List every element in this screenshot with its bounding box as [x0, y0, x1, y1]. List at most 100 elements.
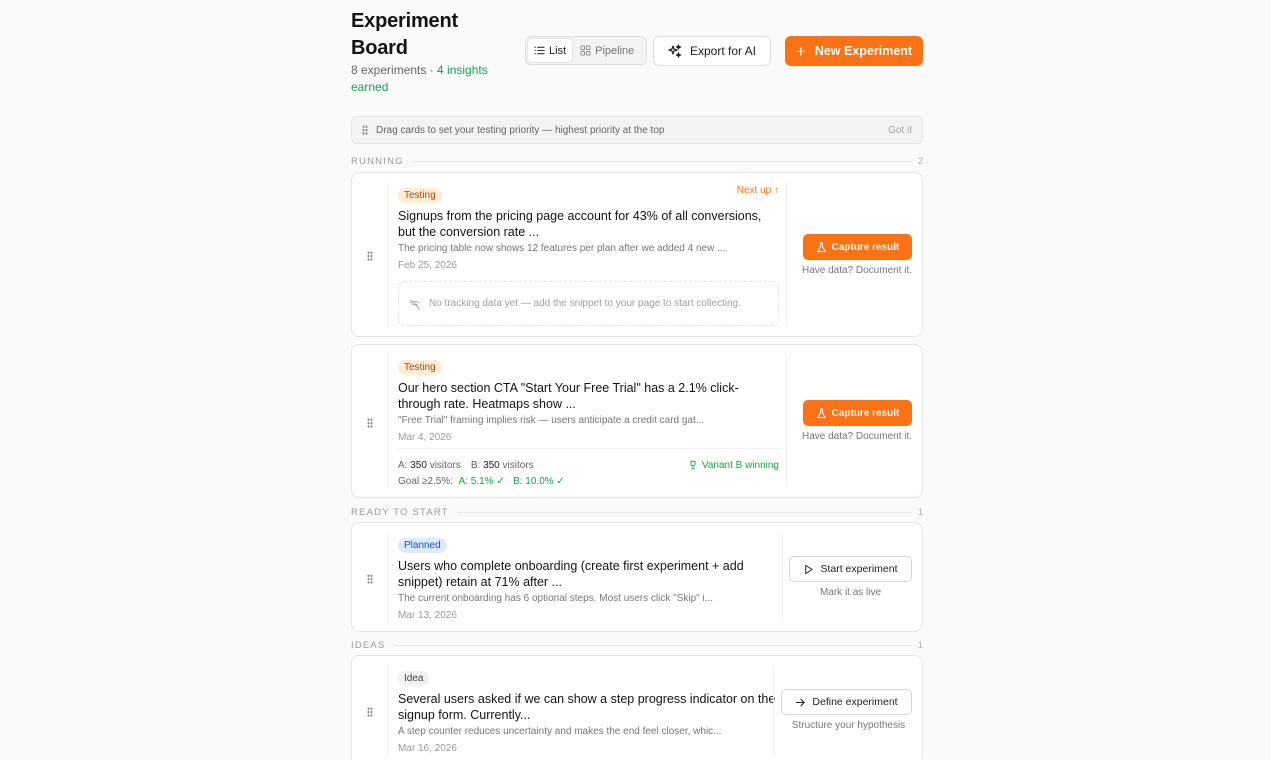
- board-summary: 8 experiments · 4 insights earned: [351, 62, 521, 96]
- card-body: Idea Several users asked if we can show …: [398, 668, 779, 754]
- experiment-card[interactable]: Testing Next up ↑ Signups from the prici…: [351, 172, 923, 337]
- action-note: Structure your hypothesis: [791, 720, 906, 731]
- experiment-description: A step counter reduces uncertainty and m…: [398, 726, 722, 737]
- section-divider: [411, 160, 912, 162]
- variant-a-unit: visitors: [429, 459, 461, 471]
- trophy-icon: [690, 460, 696, 470]
- capture-result-button[interactable]: Capture result: [803, 400, 912, 426]
- variant-visitors-row: A: 350 visitors B: 350 visitors Variant …: [398, 457, 779, 473]
- experiment-card[interactable]: Testing Our hero section CTA "Start Your…: [351, 344, 923, 498]
- plus-icon: +: [795, 41, 806, 61]
- experiment-title: Several users asked if we can show a ste…: [398, 692, 776, 722]
- no-signal-icon: [410, 299, 420, 309]
- action-note: Mark it as live: [819, 587, 882, 598]
- experiment-date: Mar 4, 2026: [398, 432, 452, 443]
- variant-stats: A: 350 visitors B: 350 visitors Variant …: [398, 448, 779, 489]
- section-label: RUNNING: [351, 155, 404, 167]
- dismiss-hint-button[interactable]: Got it: [888, 125, 912, 136]
- status-badge: Testing: [398, 360, 442, 375]
- new-experiment-button[interactable]: + New Experiment: [785, 36, 923, 66]
- variant-a-label: A:: [398, 459, 408, 471]
- view-list-button[interactable]: List: [528, 39, 573, 62]
- winner-text: Variant B winning: [701, 459, 779, 471]
- drag-hint-text: Drag cards to set your testing priority …: [376, 124, 665, 136]
- capture-result-label: Capture result: [831, 241, 900, 253]
- drag-handle-icon[interactable]: [367, 707, 373, 717]
- section-count: 1: [917, 639, 923, 651]
- view-pipeline-label: Pipeline: [595, 44, 635, 57]
- section-count: 1: [917, 506, 923, 518]
- drag-handle-icon[interactable]: [367, 251, 373, 261]
- list-icon: [534, 46, 545, 55]
- card-divider: [773, 666, 774, 756]
- variant-b-result: B: 10.0% ✓: [513, 475, 565, 487]
- variant-a-visitors: 350: [410, 459, 427, 471]
- card-divider: [387, 666, 388, 756]
- action-note: Have data? Document it.: [801, 431, 913, 442]
- card-divider: [786, 355, 787, 487]
- view-pipeline-button[interactable]: Pipeline: [574, 39, 640, 62]
- define-experiment-label: Define experiment: [812, 696, 898, 708]
- new-experiment-label: New Experiment: [814, 44, 913, 58]
- grid-icon: [580, 45, 591, 56]
- section-ready-to-start: READY TO START 1: [351, 506, 923, 518]
- experiment-date: Mar 16, 2026: [398, 743, 457, 754]
- section-running: RUNNING 2: [351, 155, 923, 167]
- experiment-description: The current onboarding has 6 optional st…: [398, 593, 714, 604]
- section-count: 2: [917, 155, 923, 167]
- card-divider: [782, 533, 783, 621]
- card-body: Testing Next up ↑ Signups from the prici…: [398, 185, 779, 271]
- section-label: READY TO START: [351, 506, 449, 518]
- section-divider: [393, 644, 912, 646]
- section-divider: [456, 511, 912, 513]
- experiment-description: "Free Trial" framing implies risk — user…: [398, 415, 705, 426]
- view-list-label: List: [549, 44, 567, 57]
- status-badge: Idea: [398, 671, 430, 686]
- experiment-date: Feb 25, 2026: [398, 260, 457, 271]
- export-label: Export for AI: [689, 44, 757, 58]
- drag-hint-banner: Drag cards to set your testing priority …: [351, 116, 923, 144]
- experiment-title: Our hero section CTA "Start Your Free Tr…: [398, 381, 739, 411]
- variant-a-result: A: 5.1% ✓: [458, 475, 505, 487]
- export-for-ai-button[interactable]: Export for AI: [653, 36, 771, 66]
- variant-b-unit: visitors: [502, 459, 534, 471]
- define-experiment-button[interactable]: Define experiment: [781, 689, 912, 715]
- experiment-title: Users who complete onboarding (create fi…: [398, 559, 744, 589]
- experiment-card[interactable]: Planned Users who complete onboarding (c…: [351, 522, 923, 632]
- sparkles-icon: [668, 44, 682, 58]
- view-toggle: List Pipeline: [525, 36, 647, 65]
- variant-b-label: B:: [470, 459, 481, 471]
- status-badge: Planned: [398, 538, 447, 553]
- tracking-empty-state: No tracking data yet — add the snippet t…: [398, 281, 779, 326]
- flask-icon: [816, 241, 826, 252]
- experiment-card[interactable]: Idea Several users asked if we can show …: [351, 655, 923, 760]
- action-note: Have data? Document it.: [801, 265, 913, 276]
- next-up-label: Next up ↑: [736, 185, 779, 196]
- drag-handle-icon[interactable]: [367, 574, 373, 584]
- card-body: Planned Users who complete onboarding (c…: [398, 535, 779, 621]
- page-title: Experiment Board: [351, 10, 458, 59]
- flask-icon: [816, 407, 826, 418]
- status-badge: Testing: [398, 188, 442, 203]
- play-icon: [805, 564, 814, 574]
- variant-b-visitors: 350: [483, 459, 500, 471]
- drag-handle-icon: [362, 125, 368, 135]
- capture-result-label: Capture result: [831, 407, 900, 419]
- start-experiment-button[interactable]: Start experiment: [789, 556, 912, 582]
- card-divider: [387, 355, 388, 487]
- tracking-empty-text: No tracking data yet — add the snippet t…: [429, 298, 741, 309]
- variant-goal-row: Goal ≥2.5%: A: 5.1% ✓ B: 10.0% ✓: [398, 473, 779, 489]
- card-divider: [387, 183, 388, 326]
- experiment-title: Signups from the pricing page account fo…: [398, 209, 762, 239]
- arrow-right-icon: [796, 698, 806, 706]
- card-body: Testing Our hero section CTA "Start Your…: [398, 357, 779, 443]
- card-divider: [786, 183, 787, 326]
- experiment-count: 8 experiments ·: [351, 63, 438, 77]
- drag-handle-icon[interactable]: [367, 418, 373, 428]
- goal-label: Goal ≥2.5%:: [398, 475, 453, 487]
- start-experiment-label: Start experiment: [820, 563, 898, 575]
- experiment-description: The pricing table now shows 12 features …: [398, 243, 726, 254]
- winner-indicator: Variant B winning: [688, 460, 779, 471]
- section-label: IDEAS: [351, 639, 386, 651]
- capture-result-button[interactable]: Capture result: [803, 234, 912, 260]
